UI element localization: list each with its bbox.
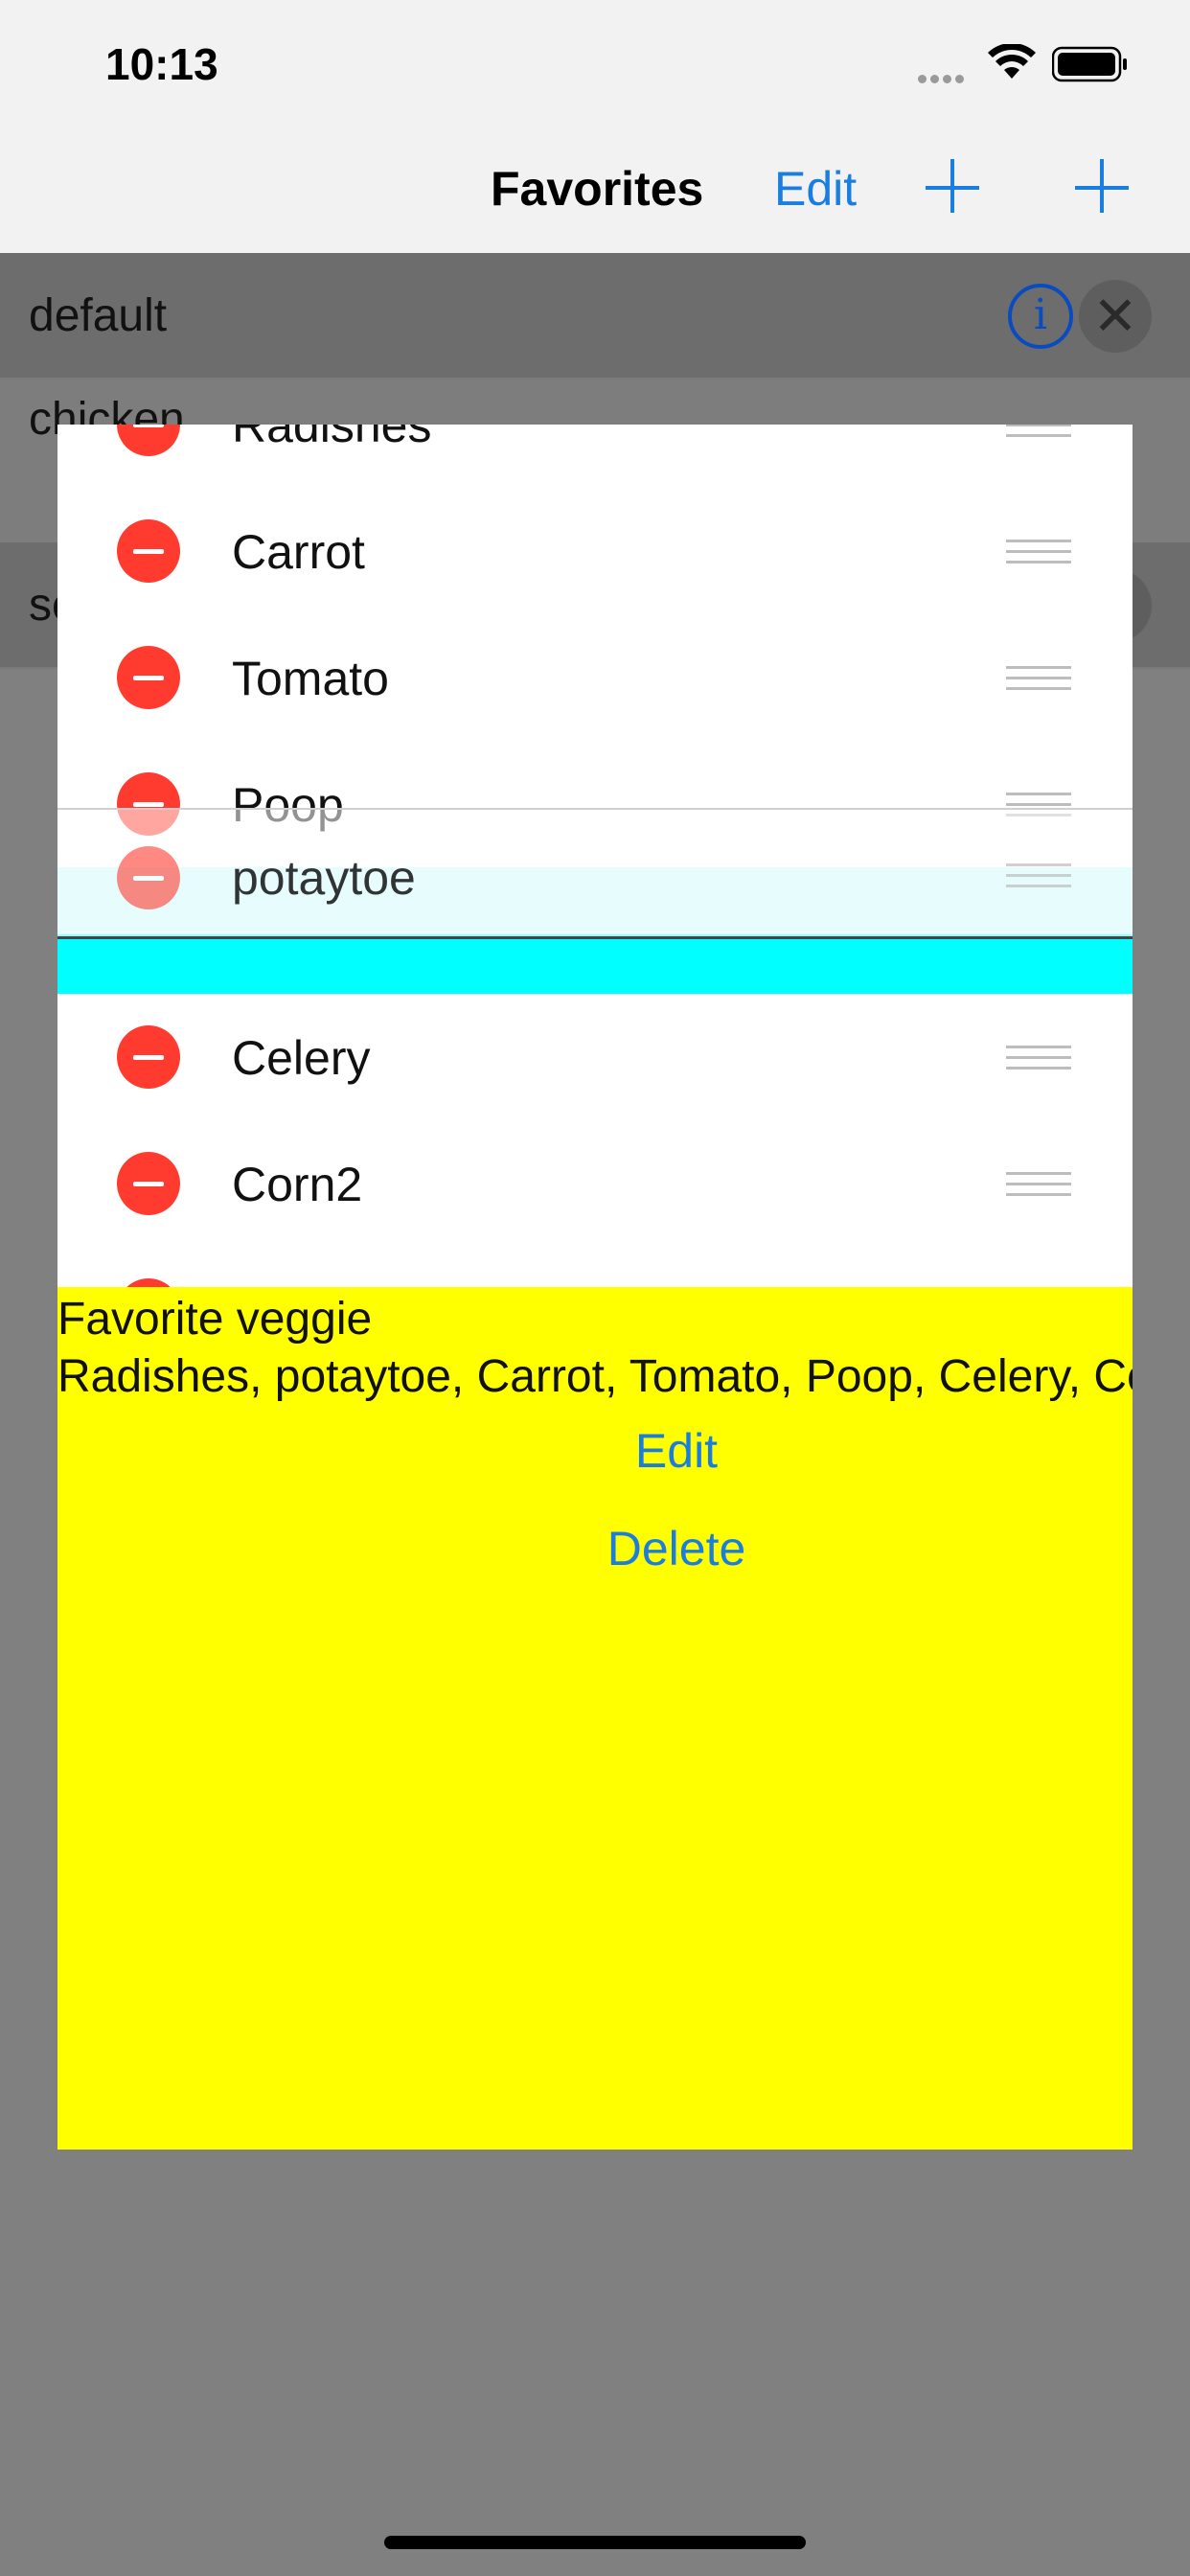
wifi-icon — [988, 44, 1036, 79]
item-label: Tomato — [232, 652, 389, 705]
list-item[interactable] — [57, 1247, 1133, 1287]
list-item-label: default — [29, 290, 168, 341]
list-item[interactable]: Carrot — [57, 488, 1133, 614]
nav-title: Favorites — [491, 162, 704, 216]
close-icon[interactable]: ✕ — [1079, 280, 1152, 353]
item-label: Celery — [232, 1031, 371, 1085]
dragging-list-item[interactable]: potaytoe — [57, 808, 1133, 936]
list-item[interactable]: Celery — [57, 994, 1133, 1120]
home-indicator[interactable] — [384, 2536, 806, 2549]
list-item[interactable]: Tomato — [57, 614, 1133, 741]
delete-icon[interactable] — [117, 1278, 180, 1287]
reorder-handle-icon[interactable] — [1006, 666, 1071, 691]
cellular-signal-icon — [918, 71, 968, 88]
favorite-card: Favorite veggie Radishes, potaytoe, Carr… — [57, 1287, 1133, 2150]
add-second-icon[interactable] — [1075, 157, 1136, 218]
card-edit-button[interactable]: Edit — [57, 1423, 1133, 1479]
item-label: potaytoe — [232, 851, 416, 905]
item-label: Carrot — [232, 525, 365, 579]
list-item[interactable]: Corn2 — [57, 1120, 1133, 1247]
reorder-handle-icon[interactable] — [1006, 540, 1071, 564]
battery-icon — [1052, 46, 1127, 82]
add-icon[interactable] — [926, 157, 987, 218]
delete-icon[interactable] — [117, 1025, 180, 1089]
card-title: Favorite veggie — [57, 1294, 373, 1345]
reorder-handle-icon[interactable] — [1006, 1172, 1071, 1197]
info-icon[interactable]: i — [1008, 284, 1073, 349]
delete-icon[interactable] — [117, 425, 180, 456]
delete-icon[interactable] — [117, 1152, 180, 1215]
list-item[interactable]: Radishes — [57, 425, 1133, 488]
status-time: 10:13 — [105, 39, 218, 89]
reorder-handle-icon[interactable] — [1006, 1046, 1071, 1070]
item-label: Corn2 — [232, 1158, 363, 1211]
card-delete-button[interactable]: Delete — [57, 1521, 1133, 1576]
card-items-text: Radishes, potaytoe, Carrot, Tomato, Poop… — [57, 1351, 1133, 1402]
delete-icon[interactable] — [117, 519, 180, 583]
nav-edit-button[interactable]: Edit — [774, 161, 857, 217]
delete-icon[interactable] — [117, 646, 180, 709]
reorder-handle-icon[interactable] — [1006, 425, 1071, 438]
reorder-handle-icon[interactable] — [1006, 863, 1071, 888]
item-label: Radishes — [232, 425, 432, 452]
delete-icon[interactable] — [117, 846, 180, 909]
